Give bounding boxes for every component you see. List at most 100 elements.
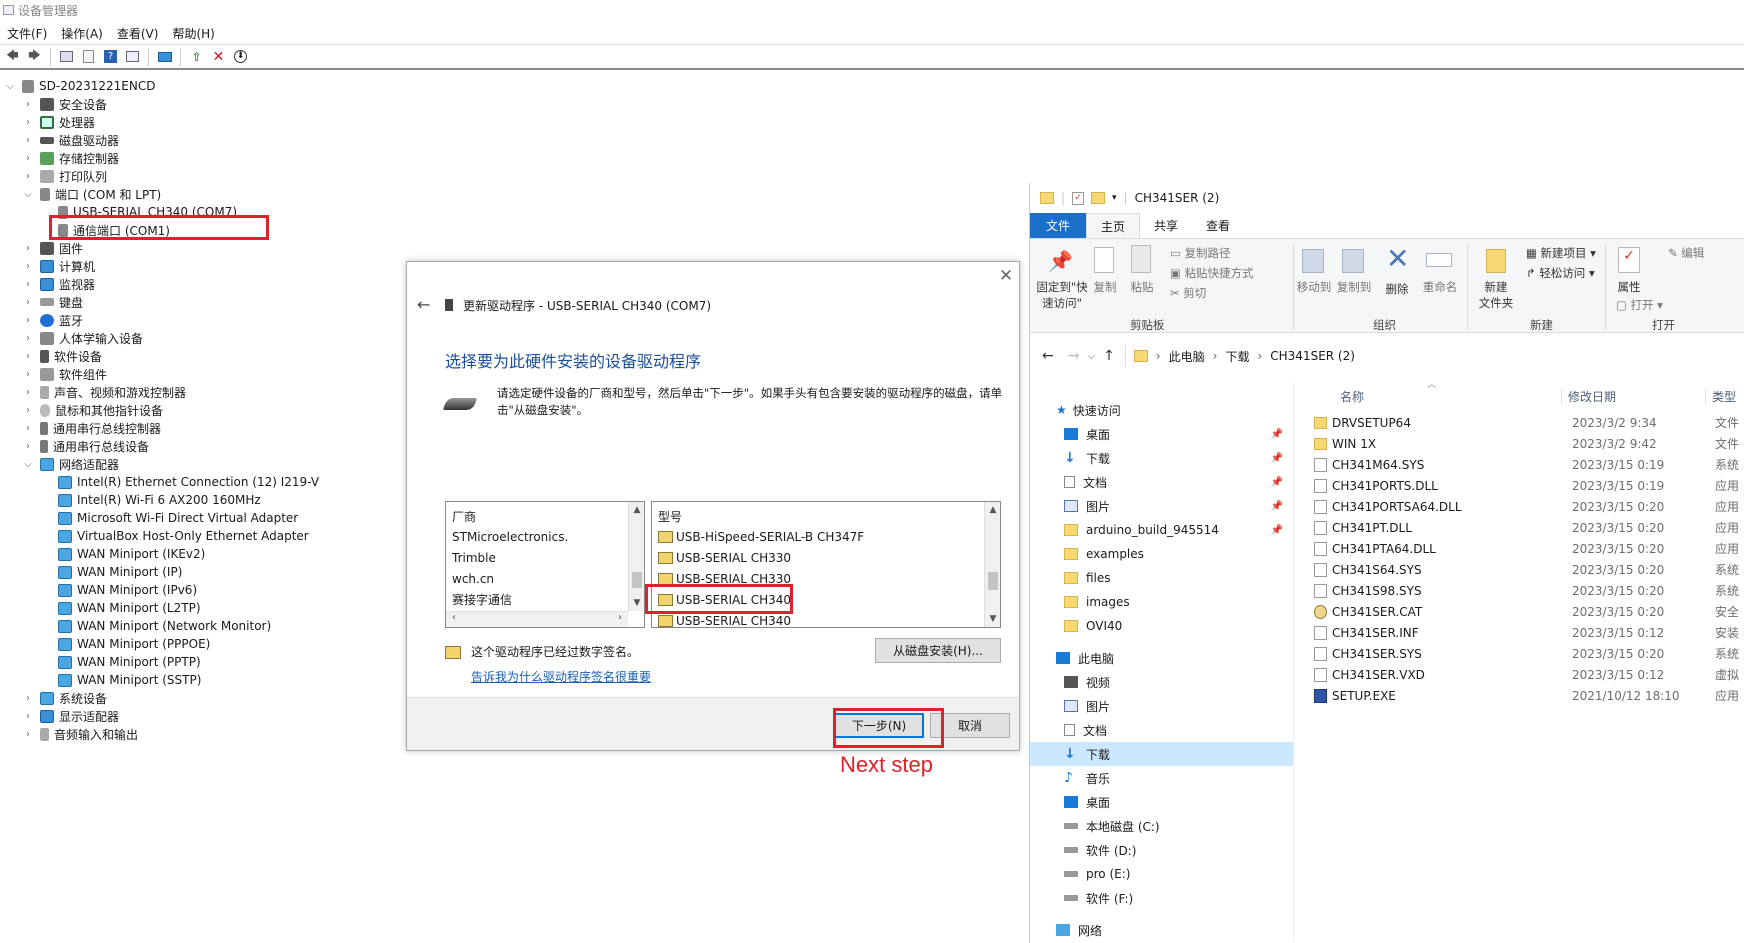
column-name[interactable]: 名称 <box>1340 388 1364 405</box>
breadcrumb-current[interactable]: CH341SER (2) <box>1270 349 1355 363</box>
customize-toolbar-icon[interactable]: ▾ <box>1112 193 1117 203</box>
chevron-down-icon[interactable]: ▼ <box>629 595 644 611</box>
copy-icon[interactable] <box>1094 247 1114 273</box>
pin-icon[interactable]: 📌 <box>1271 501 1283 512</box>
tree-category[interactable]: › 键盘 <box>22 292 83 312</box>
rename-icon[interactable] <box>1426 253 1452 267</box>
copy-button[interactable]: 复制 <box>1090 279 1120 295</box>
tab-share[interactable]: 共享 <box>1140 213 1192 238</box>
forward-icon[interactable]: 🡆 <box>26 48 43 65</box>
menu-action[interactable]: 操作(A) <box>61 23 103 43</box>
new-item-button[interactable]: ▦ 新建项目 ▾ <box>1526 245 1596 261</box>
chevron-right-icon[interactable]: › <box>22 693 34 704</box>
chevron-right-icon[interactable]: › <box>22 297 34 308</box>
tree-device[interactable]: WAN Miniport (PPPOE) <box>58 634 210 654</box>
back-arrow-icon[interactable]: ← <box>417 295 430 314</box>
nav-quick-access[interactable]: ★ 快速访问 <box>1030 398 1293 422</box>
column-type[interactable]: 类型 <box>1705 388 1736 405</box>
table-row[interactable]: CH341SER.SYS 2023/3/15 0:20 系统 <box>1305 643 1744 664</box>
signing-info-link[interactable]: 告诉我为什么驱动程序签名很重要 <box>471 668 651 685</box>
nav-network[interactable]: 网络 <box>1030 918 1293 942</box>
tree-device[interactable]: VirtualBox Host-Only Ethernet Adapter <box>58 526 309 546</box>
tree-root[interactable]: ⌵ SD-20231221ENCD <box>4 76 155 96</box>
nav-item-desktop[interactable]: 桌面 📌 <box>1030 422 1293 446</box>
tree-category[interactable]: › 声音、视频和游戏控制器 <box>22 382 186 402</box>
pane-divider[interactable] <box>1293 381 1294 941</box>
table-row[interactable]: CH341SER.VXD 2023/3/15 0:12 虚拟 <box>1305 664 1744 685</box>
tree-device[interactable]: WAN Miniport (IPv6) <box>58 580 197 600</box>
chevron-up-icon[interactable]: ▲ <box>985 502 1000 518</box>
tree-category[interactable]: › 固件 <box>22 238 83 258</box>
tree-device[interactable]: WAN Miniport (IP) <box>58 562 182 582</box>
tree-category[interactable]: › 通用串行总线控制器 <box>22 418 161 438</box>
table-row[interactable]: CH341SER.INF 2023/3/15 0:12 安装 <box>1305 622 1744 643</box>
tree-category[interactable]: › 人体学输入设备 <box>22 328 143 348</box>
nav-item-drive-c[interactable]: 本地磁盘 (C:) <box>1030 814 1293 838</box>
chevron-right-icon[interactable]: › <box>22 171 34 182</box>
nav-item-drive-f[interactable]: 软件 (F:) <box>1030 886 1293 910</box>
nav-item-folder[interactable]: files <box>1030 566 1293 590</box>
view-icon[interactable] <box>124 48 141 65</box>
chevron-down-icon[interactable]: ⌵ <box>22 459 34 470</box>
tree-device[interactable]: WAN Miniport (IKEv2) <box>58 544 205 564</box>
chevron-right-icon[interactable]: › <box>22 423 34 434</box>
tree-category[interactable]: › 蓝牙 <box>22 310 83 330</box>
path-separator-icon[interactable]: › <box>1156 349 1161 363</box>
nav-item-downloads[interactable]: ↓ 下载 📌 <box>1030 446 1293 470</box>
up-arrow-icon[interactable]: ↑ <box>1103 348 1115 364</box>
open-button[interactable]: ▢ 打开 ▾ <box>1616 297 1663 313</box>
chevron-right-icon[interactable]: › <box>22 279 34 290</box>
nav-this-pc[interactable]: 此电脑 <box>1030 646 1293 670</box>
list-item[interactable]: USB-HiSpeed-SERIAL-B CH347F <box>658 526 864 547</box>
delete-button[interactable]: 删除 <box>1380 281 1414 297</box>
pin-icon[interactable]: 📌 <box>1271 429 1283 440</box>
update-driver-icon[interactable]: ⇧ <box>188 48 205 65</box>
tree-category[interactable]: › 显示适配器 <box>22 706 119 726</box>
menu-help[interactable]: 帮助(H) <box>172 23 214 43</box>
properties-icon[interactable]: ✓ <box>1072 191 1085 205</box>
chevron-right-icon[interactable]: › <box>22 117 34 128</box>
table-row[interactable]: CH341S64.SYS 2023/3/15 0:20 系统 <box>1305 559 1744 580</box>
nav-item-documents[interactable]: 文档 📌 <box>1030 470 1293 494</box>
tree-category[interactable]: › 处理器 <box>22 112 95 132</box>
table-row[interactable]: CH341S98.SYS 2023/3/15 0:20 系统 <box>1305 580 1744 601</box>
pin-icon[interactable]: 📌 <box>1271 453 1283 464</box>
menu-view[interactable]: 查看(V) <box>117 23 159 43</box>
chevron-right-icon[interactable]: › <box>22 729 34 740</box>
chevron-right-icon[interactable]: › <box>22 387 34 398</box>
chevron-right-icon[interactable]: › <box>612 612 628 627</box>
tree-device[interactable]: WAN Miniport (SSTP) <box>58 670 201 690</box>
chevron-right-icon[interactable]: › <box>22 369 34 380</box>
paste-icon[interactable] <box>1131 245 1151 273</box>
chevron-up-icon[interactable]: ▲ <box>629 502 644 518</box>
table-row[interactable]: SETUP.EXE 2021/10/12 18:10 应用 <box>1305 685 1744 706</box>
menu-file[interactable]: 文件(F) <box>7 23 47 43</box>
new-folder-icon[interactable] <box>1486 249 1506 273</box>
tree-category[interactable]: › 软件设备 <box>22 346 102 366</box>
nav-item-drive-d[interactable]: 软件 (D:) <box>1030 838 1293 862</box>
copy-path-button[interactable]: ▭ 复制路径 <box>1170 245 1231 261</box>
tree-device[interactable]: WAN Miniport (Network Monitor) <box>58 616 271 636</box>
chevron-down-icon[interactable]: ⌵ <box>22 189 34 200</box>
paste-button[interactable]: 粘贴 <box>1127 279 1157 295</box>
uninstall-icon[interactable]: ✕ <box>210 48 227 65</box>
chevron-right-icon[interactable]: › <box>22 711 34 722</box>
pin-icon[interactable]: 📌 <box>1271 477 1283 488</box>
table-row[interactable]: CH341M64.SYS 2023/3/15 0:19 系统 <box>1305 454 1744 475</box>
nav-item-documents[interactable]: 文档 <box>1030 718 1293 742</box>
tree-category[interactable]: › 安全设备 <box>22 94 107 114</box>
vertical-scrollbar[interactable]: ▲ ▼ <box>984 502 1000 627</box>
tree-category[interactable]: › 鼠标和其他指针设备 <box>22 400 163 420</box>
edit-button[interactable]: ✎ 编辑 <box>1668 245 1704 261</box>
paste-shortcut-button[interactable]: ▣ 粘贴快捷方式 <box>1170 265 1254 281</box>
pin-quick-access-button[interactable]: 固定到"快 速访问" <box>1036 279 1088 311</box>
new-folder-button[interactable]: 新建 文件夹 <box>1474 279 1518 311</box>
copy-to-button[interactable]: 复制到 <box>1336 279 1372 295</box>
nav-item-music[interactable]: ♪ 音乐 <box>1030 766 1293 790</box>
delete-icon[interactable]: ✕ <box>1386 245 1412 273</box>
chevron-right-icon[interactable]: › <box>22 135 34 146</box>
properties-button[interactable]: 属性 <box>1614 279 1644 295</box>
tree-category[interactable]: › 磁盘驱动器 <box>22 130 119 150</box>
nav-item-desktop[interactable]: 桌面 <box>1030 790 1293 814</box>
tree-category[interactable]: › 存储控制器 <box>22 148 119 168</box>
